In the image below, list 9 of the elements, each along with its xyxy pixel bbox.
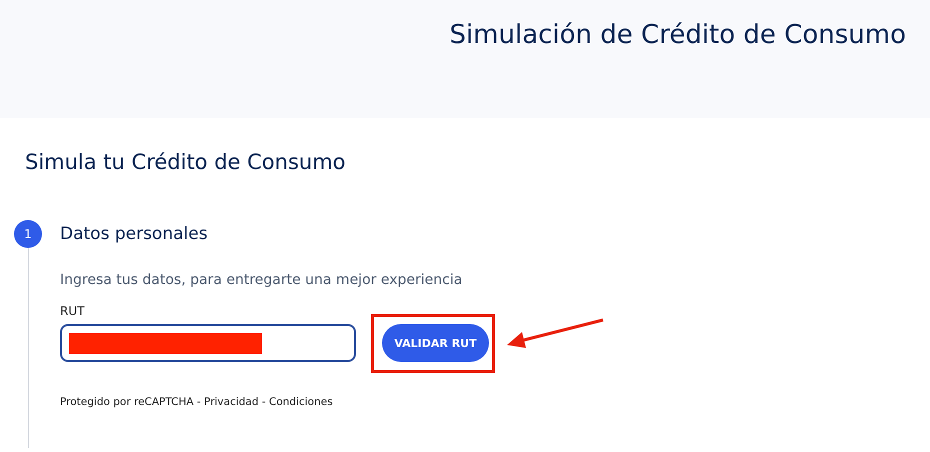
recaptcha-note: Protegido por reCAPTCHA - Privacidad - Condiciones <box>60 396 334 408</box>
validate-button[interactable]: VALIDAR RUT <box>382 324 489 362</box>
step-number: 1 <box>14 220 42 248</box>
page-title: Simula tu Crédito de Consumo <box>25 150 347 174</box>
rut-input-field[interactable] <box>60 324 356 362</box>
step-description: Ingresa tus datos, para entregarte una mejor experiencia <box>60 272 464 288</box>
header-title: Simulación de Crédito de Consumo <box>449 20 906 50</box>
step-title: Datos personales <box>60 224 209 244</box>
field-label: RUT <box>60 304 86 318</box>
